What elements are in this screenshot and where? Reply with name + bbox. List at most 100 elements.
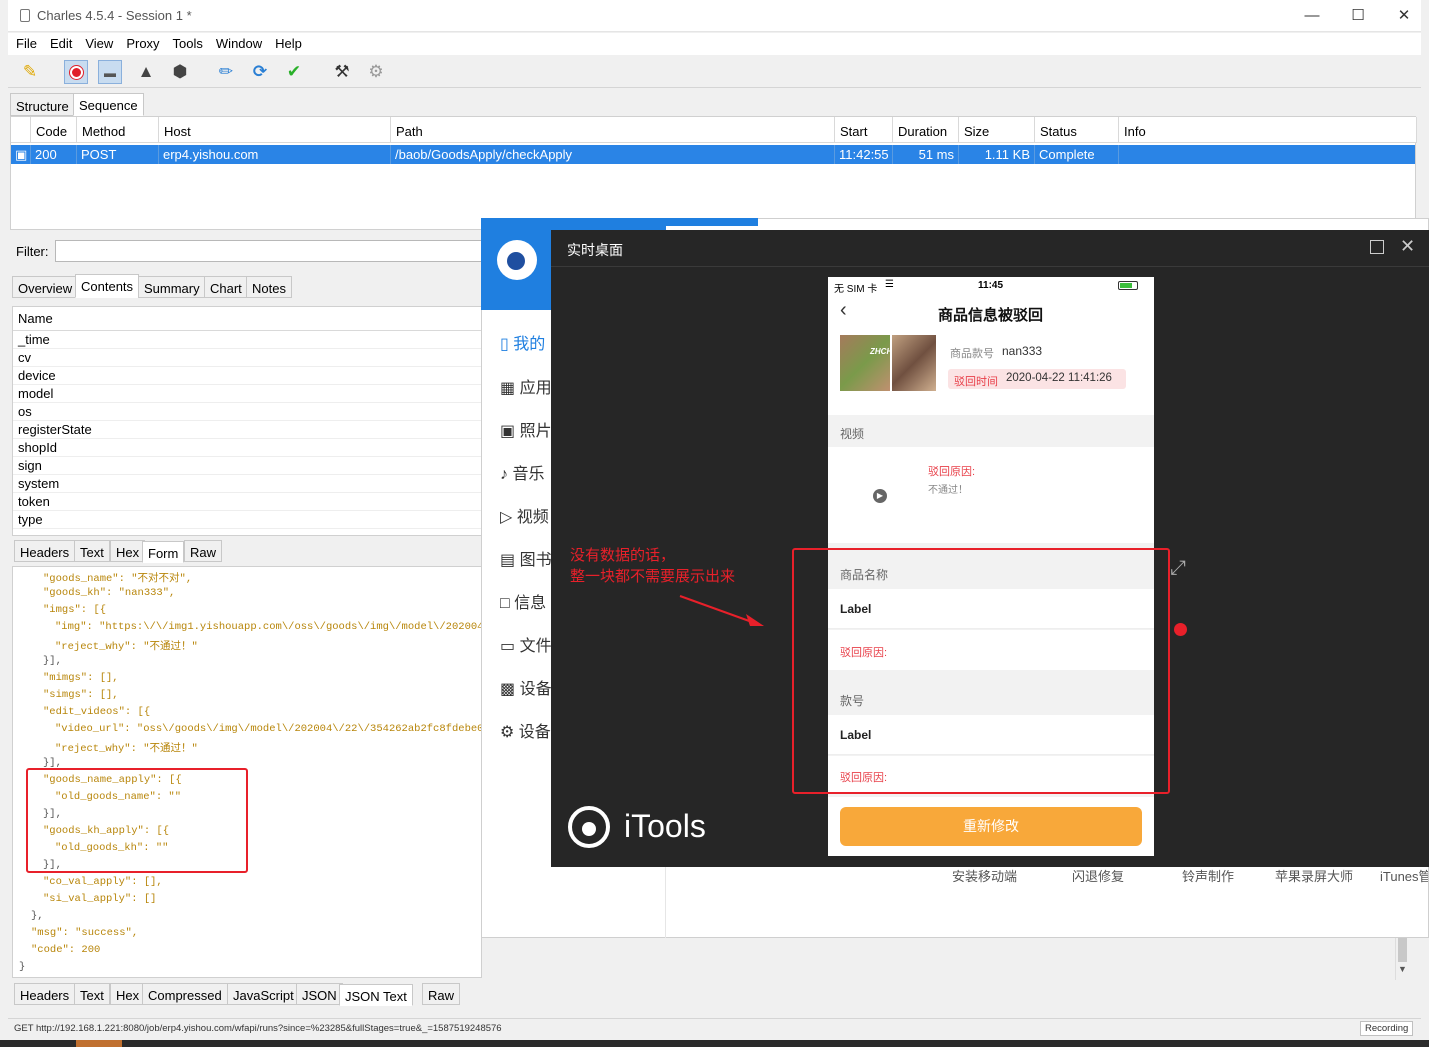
- tab-req-raw[interactable]: Raw: [184, 540, 223, 562]
- list-item[interactable]: os: [13, 403, 481, 421]
- broom-icon[interactable]: ✎: [18, 60, 42, 84]
- throttle-icon[interactable]: ▬: [98, 60, 122, 84]
- tab-sequence[interactable]: Sequence: [73, 93, 144, 116]
- maximize-icon[interactable]: ☐: [1348, 6, 1368, 26]
- minimize-icon[interactable]: —: [1302, 6, 1322, 26]
- list-item[interactable]: token: [13, 493, 481, 511]
- sidebar-item-label: 应用: [519, 380, 552, 397]
- annotation-line: 没有数据的话，: [570, 547, 676, 564]
- tools-icon[interactable]: ⚒: [330, 60, 354, 84]
- tab-notes[interactable]: Notes: [246, 276, 292, 298]
- tab-req-headers[interactable]: Headers: [14, 540, 76, 562]
- json-line: "img": "https:\/\/img1.yishouapp.com\/os…: [55, 621, 482, 633]
- phone-time: 11:45: [978, 280, 1004, 291]
- itools-tool-install[interactable]: 安装移动端: [952, 866, 1017, 885]
- column-method[interactable]: Method: [77, 117, 159, 143]
- tab-res-javascript[interactable]: JavaScript: [227, 983, 300, 1005]
- tab-res-json[interactable]: JSON: [296, 983, 343, 1005]
- table-row[interactable]: ▣ 200 POST erp4.yishou.com /baob/GoodsAp…: [11, 145, 1415, 164]
- menu-edit[interactable]: Edit: [42, 33, 77, 51]
- vertical-scrollbar[interactable]: ▼: [1395, 936, 1409, 980]
- column-duration[interactable]: Duration: [893, 117, 959, 143]
- back-chevron-icon[interactable]: ‹: [840, 299, 847, 322]
- list-item[interactable]: system: [13, 475, 481, 493]
- sidebar-item-video[interactable]: ▷ 视频: [500, 503, 549, 526]
- tab-res-hex[interactable]: Hex: [110, 983, 146, 1005]
- list-item[interactable]: device: [13, 367, 481, 385]
- sidebar-item-apps[interactable]: ▦ 应用: [500, 374, 552, 397]
- tab-req-hex[interactable]: Hex: [110, 540, 146, 562]
- list-item[interactable]: type: [13, 511, 481, 529]
- menu-view[interactable]: View: [77, 33, 118, 51]
- sidebar-item-photos[interactable]: ▣ 照片: [500, 417, 552, 440]
- gear-icon[interactable]: ⚙: [364, 60, 388, 84]
- tab-res-compressed[interactable]: Compressed: [142, 983, 228, 1005]
- list-item[interactable]: _time: [13, 331, 481, 349]
- sidebar-item-files[interactable]: ▭ 文件: [500, 632, 552, 655]
- scrollbar-thumb[interactable]: [1398, 938, 1407, 962]
- sidebar-item-device[interactable]: ▩ 设备: [500, 675, 552, 698]
- pen-icon[interactable]: ✏: [214, 60, 238, 84]
- column-status[interactable]: Status: [1035, 117, 1119, 143]
- maximize-icon[interactable]: [1370, 240, 1384, 254]
- resubmit-button[interactable]: 重新修改: [840, 807, 1142, 846]
- video-section: 驳回原因: 不通过！ ▶: [828, 447, 1154, 543]
- list-item[interactable]: registerState: [13, 421, 481, 439]
- tab-overview[interactable]: Overview: [12, 276, 79, 298]
- close-icon[interactable]: ✕: [1400, 236, 1415, 257]
- menu-help[interactable]: Help: [267, 33, 307, 51]
- fullscreen-icon[interactable]: ⤢: [1170, 557, 1186, 580]
- recording-badge[interactable]: Recording: [1360, 1021, 1414, 1036]
- tab-res-text[interactable]: Text: [74, 983, 110, 1005]
- taskbar-item[interactable]: [76, 1040, 122, 1047]
- itools-tool-recorder[interactable]: 苹果录屏大师: [1275, 866, 1353, 885]
- list-item[interactable]: shopId: [13, 439, 481, 457]
- menu-proxy[interactable]: Proxy: [118, 33, 164, 51]
- itools-tool-itunes[interactable]: iTunes管: [1380, 866, 1428, 885]
- tab-structure[interactable]: Structure: [10, 93, 75, 116]
- tab-res-raw[interactable]: Raw: [422, 983, 461, 1005]
- sidebar-item-label: 设备: [518, 724, 551, 741]
- stop-icon[interactable]: ⬢: [168, 60, 192, 84]
- filter-input[interactable]: [55, 240, 485, 262]
- sidebar-item-music[interactable]: ♪ 音乐: [500, 460, 544, 483]
- itools-tool-ringtone[interactable]: 铃声制作: [1182, 866, 1234, 885]
- tab-res-headers[interactable]: Headers: [14, 983, 76, 1005]
- column-code[interactable]: Code: [31, 117, 77, 143]
- list-item[interactable]: model: [13, 385, 481, 403]
- list-item[interactable]: cv: [13, 349, 481, 367]
- column-host[interactable]: Host: [159, 117, 391, 143]
- column-size[interactable]: Size: [959, 117, 1035, 143]
- record-icon[interactable]: [64, 60, 88, 84]
- names-header: Name: [13, 307, 481, 331]
- menu-file[interactable]: File: [8, 33, 42, 51]
- tab-req-text[interactable]: Text: [74, 540, 110, 562]
- list-item[interactable]: sign: [13, 457, 481, 475]
- refresh-icon[interactable]: ⟳: [248, 60, 272, 84]
- menu-tools[interactable]: Tools: [165, 33, 208, 51]
- tab-chart[interactable]: Chart: [204, 276, 248, 298]
- sidebar-item-settings[interactable]: ⚙ 设备: [500, 718, 551, 741]
- play-icon[interactable]: ▶: [873, 489, 887, 503]
- row-path: /baob/GoodsApply/checkApply: [391, 145, 835, 164]
- sidebar-item-books[interactable]: ▤ 图书: [500, 546, 552, 569]
- sidebar-item-messages[interactable]: □ 信息: [500, 589, 546, 612]
- turtle-icon[interactable]: ▲: [134, 60, 158, 84]
- tab-summary[interactable]: Summary: [138, 276, 206, 298]
- tab-contents[interactable]: Contents: [75, 274, 140, 298]
- scroll-down-icon[interactable]: ▼: [1396, 964, 1409, 974]
- check-icon[interactable]: ✔: [282, 60, 306, 84]
- column-info[interactable]: Info: [1119, 117, 1417, 143]
- menu-window[interactable]: Window: [208, 33, 267, 51]
- close-icon[interactable]: ✕: [1394, 6, 1414, 26]
- folder-icon: ▭: [500, 638, 516, 655]
- sidebar-item-mine[interactable]: ▯ 我的: [500, 330, 545, 353]
- tab-req-form[interactable]: Form: [142, 541, 185, 563]
- annotation-text: 没有数据的话， 整一块都不需要展示出来: [570, 545, 735, 587]
- itools-tool-fix[interactable]: 闪退修复: [1072, 866, 1124, 885]
- tab-res-json-text[interactable]: JSON Text: [339, 984, 413, 1006]
- goods-image[interactable]: [892, 335, 936, 391]
- column-start[interactable]: Start: [835, 117, 893, 143]
- column-path[interactable]: Path: [391, 117, 835, 143]
- goods-image[interactable]: ZHCHEN: [840, 335, 903, 391]
